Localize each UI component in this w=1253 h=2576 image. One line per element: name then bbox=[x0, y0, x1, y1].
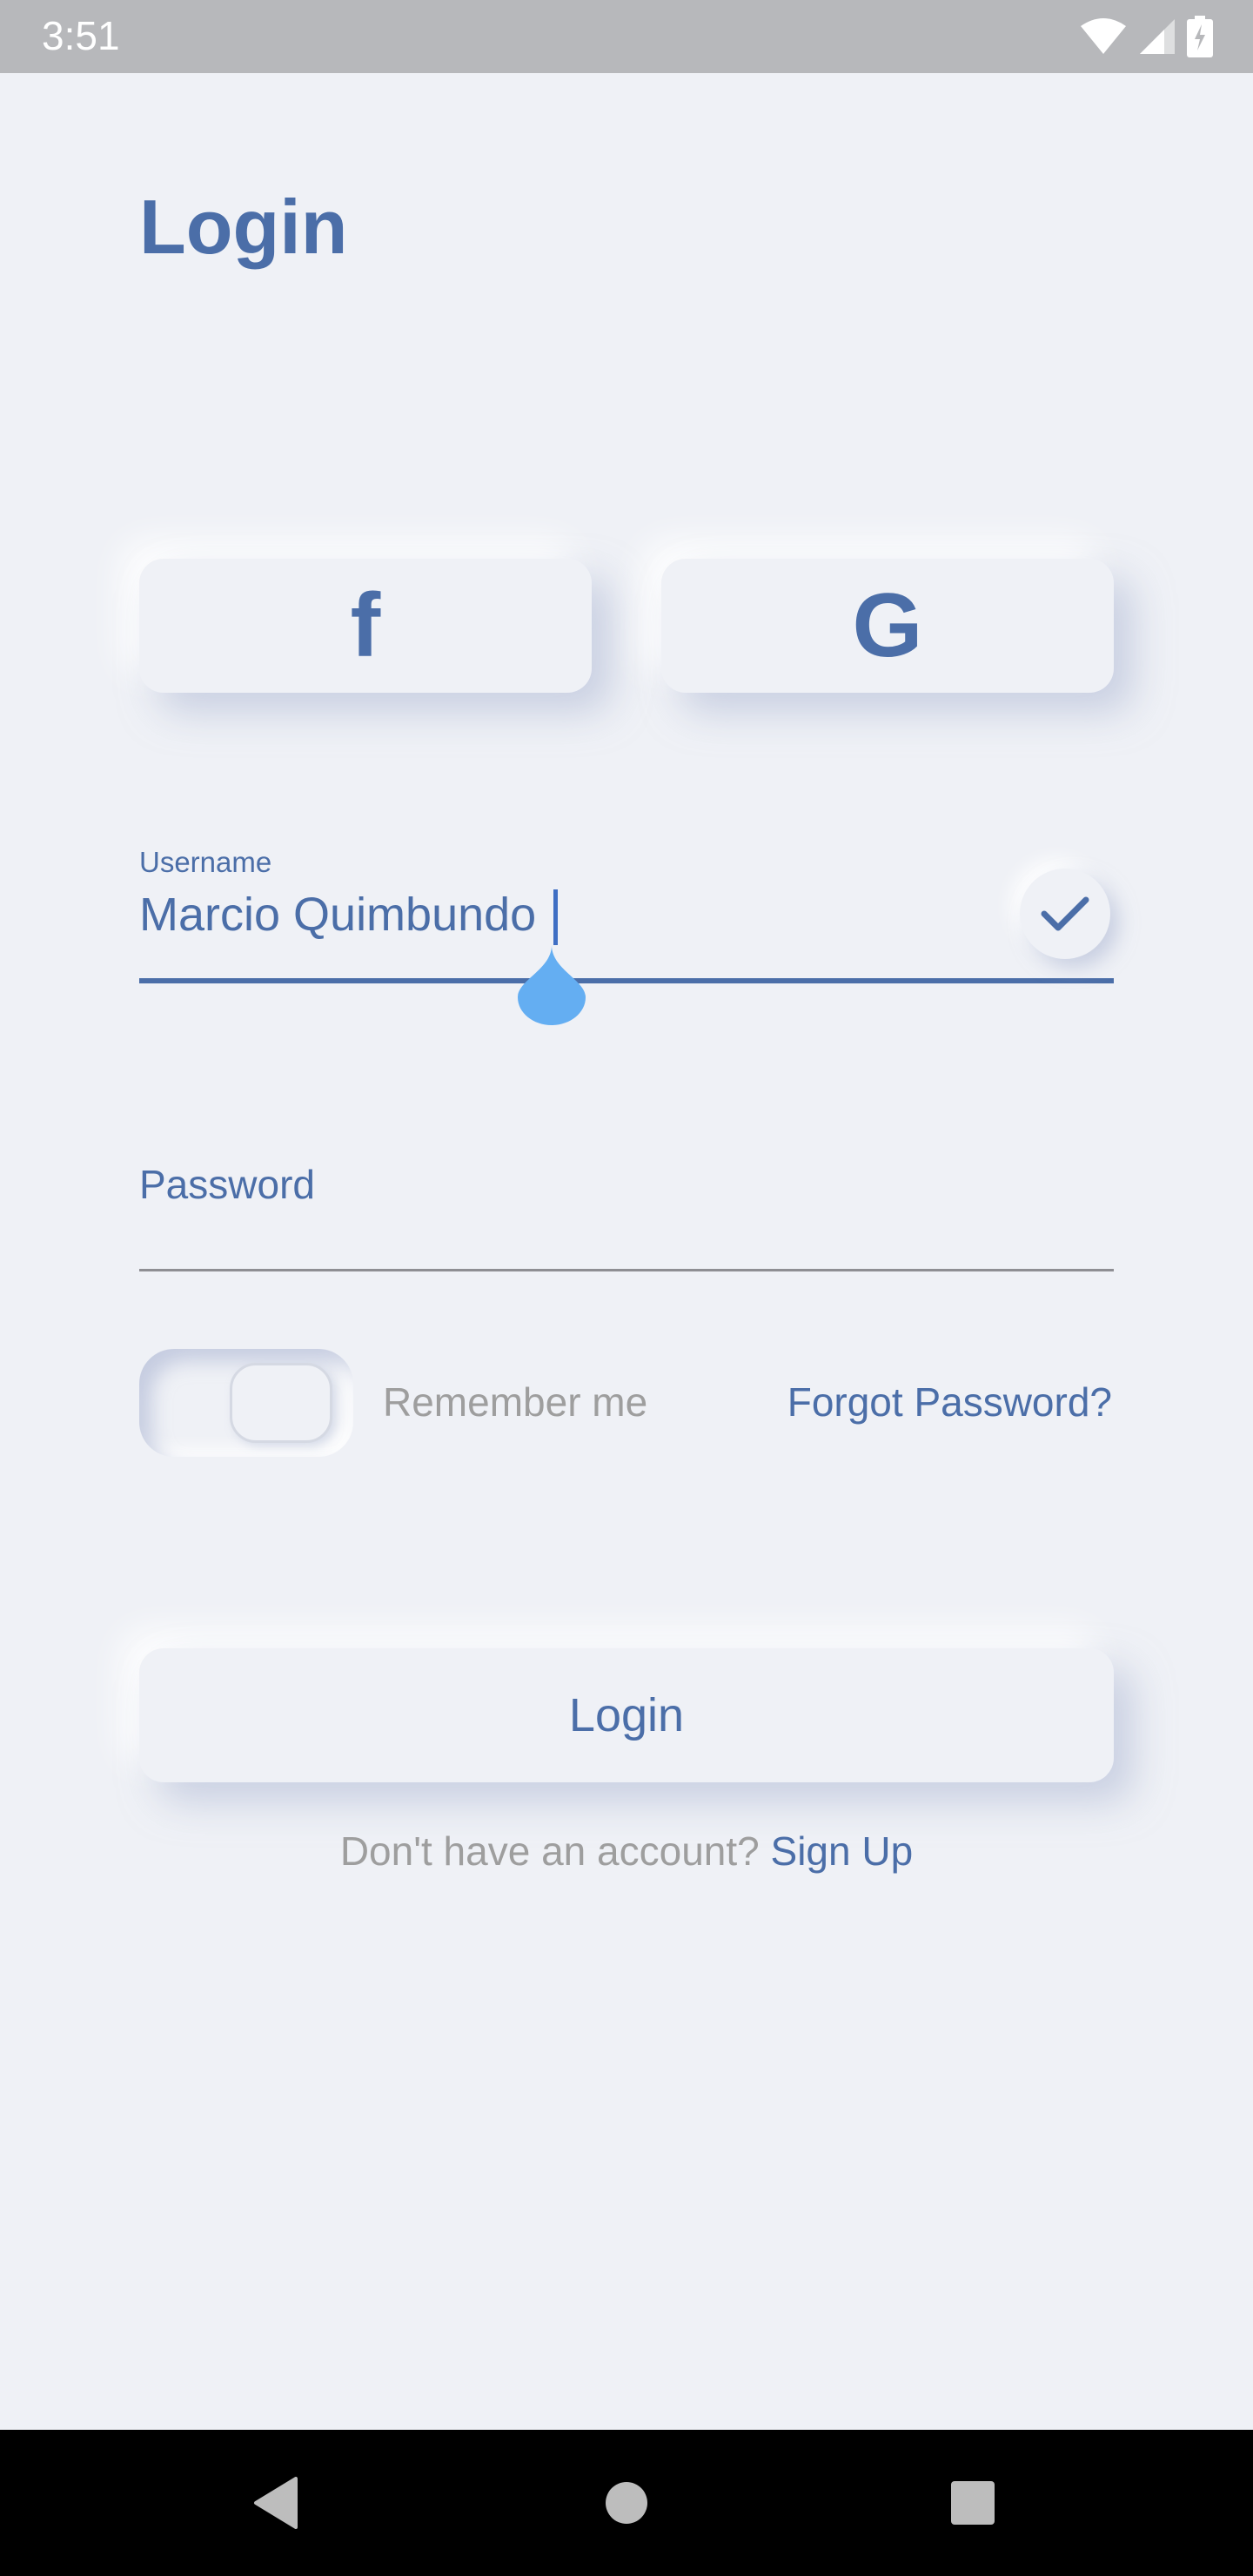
recents-icon[interactable] bbox=[950, 2480, 995, 2526]
text-caret bbox=[553, 889, 558, 945]
check-icon bbox=[1041, 896, 1089, 931]
password-underline bbox=[139, 1269, 1114, 1271]
forgot-password-link[interactable]: Forgot Password? bbox=[787, 1379, 1112, 1426]
toggle-knob[interactable] bbox=[230, 1363, 332, 1443]
status-time: 3:51 bbox=[42, 13, 120, 58]
page-title: Login bbox=[139, 184, 348, 270]
status-bar: 3:51 bbox=[0, 0, 1253, 73]
home-icon[interactable] bbox=[604, 2480, 649, 2526]
username-underline bbox=[139, 978, 1114, 983]
remember-me-label: Remember me bbox=[383, 1379, 648, 1425]
google-login-button[interactable]: G bbox=[661, 559, 1114, 693]
password-input[interactable]: Password bbox=[139, 1161, 315, 1208]
facebook-login-button[interactable]: f bbox=[139, 559, 592, 693]
text-selection-handle[interactable] bbox=[518, 945, 586, 1025]
username-label: Username bbox=[139, 846, 272, 878]
facebook-icon: f bbox=[350, 575, 381, 676]
back-icon[interactable] bbox=[252, 2477, 299, 2529]
navigation-bar bbox=[0, 2430, 1253, 2576]
wifi-icon bbox=[1081, 18, 1126, 54]
login-button[interactable]: Login bbox=[139, 1648, 1114, 1782]
google-icon: G bbox=[852, 575, 923, 676]
status-icons bbox=[1079, 14, 1213, 59]
username-input[interactable]: Marcio Quimbundo bbox=[139, 888, 536, 942]
signal-icon bbox=[1140, 19, 1175, 54]
signup-link[interactable]: Sign Up bbox=[771, 1828, 914, 1874]
battery-icon bbox=[1187, 16, 1213, 57]
signup-prompt: Don't have an account? bbox=[339, 1828, 771, 1874]
username-valid-indicator bbox=[1020, 869, 1110, 959]
signup-row: Don't have an account? Sign Up bbox=[0, 1828, 1253, 1875]
